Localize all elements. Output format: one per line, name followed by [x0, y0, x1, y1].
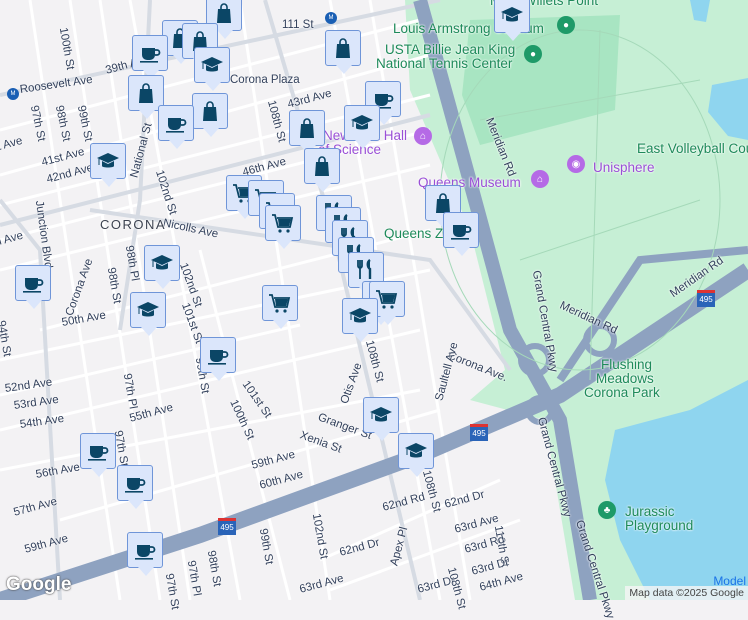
restaurant-icon: [357, 259, 372, 279]
coffee-icon: [140, 48, 161, 63]
attraction-poi-label[interactable]: Unisphere: [593, 161, 655, 175]
graduation-cap-icon: [97, 153, 119, 168]
graduation-cap-icon: [151, 255, 173, 270]
shopping-cart-icon: [272, 214, 294, 233]
subway-icon[interactable]: M: [325, 12, 337, 24]
shopping-cart-marker[interactable]: [265, 205, 301, 249]
coffee-marker[interactable]: [443, 212, 479, 256]
shopping-bag-icon: [315, 156, 329, 176]
graduation-cap-marker[interactable]: [342, 298, 378, 342]
camera-pin[interactable]: ◉: [567, 155, 585, 173]
shopping-cart-icon: [269, 294, 291, 313]
graduation-cap-icon: [349, 308, 371, 323]
coffee-marker[interactable]: [15, 265, 51, 309]
graduation-cap-marker[interactable]: [363, 397, 399, 441]
coffee-marker[interactable]: [117, 465, 153, 509]
graduation-cap-marker[interactable]: [144, 245, 180, 289]
graduation-cap-marker[interactable]: [194, 47, 230, 91]
graduation-cap-marker[interactable]: [130, 292, 166, 336]
shopping-bag-icon: [336, 38, 350, 58]
graduation-cap-icon: [405, 443, 427, 458]
coffee-icon: [208, 350, 229, 365]
coffee-marker[interactable]: [200, 337, 236, 381]
shopping-bag-marker[interactable]: [304, 148, 340, 192]
coffee-icon: [451, 225, 472, 240]
highway-shield-495: 495: [697, 290, 715, 307]
coffee-icon: [135, 545, 156, 560]
graduation-cap-marker[interactable]: [494, 0, 530, 41]
highway-shield-495: 495: [470, 424, 488, 441]
park-poi-label[interactable]: Flushing: [601, 358, 652, 372]
street-label: 111 St: [282, 19, 314, 31]
coffee-icon: [23, 278, 44, 293]
graduation-cap-icon: [501, 7, 523, 22]
park-poi-label[interactable]: Corona Park: [584, 386, 660, 400]
shopping-bag-icon: [300, 118, 314, 138]
shopping-cart-marker[interactable]: [262, 285, 298, 329]
map-attribution[interactable]: Map data ©2025 Google: [625, 586, 748, 600]
park-poi-label[interactable]: National Tennis Center: [376, 57, 512, 71]
coffee-icon: [88, 446, 109, 461]
coffee-icon: [125, 478, 146, 493]
coffee-icon: [166, 118, 187, 133]
park-poi-label[interactable]: Playground: [625, 519, 693, 533]
shopping-bag-marker[interactable]: [325, 30, 361, 74]
graduation-cap-marker[interactable]: [398, 433, 434, 477]
shopping-bag-marker[interactable]: [192, 93, 228, 137]
museum-pin[interactable]: ⌂: [414, 127, 432, 145]
coffee-marker[interactable]: [158, 105, 194, 149]
graduation-cap-icon: [351, 115, 373, 130]
coffee-marker[interactable]: [132, 35, 168, 79]
subway-icon[interactable]: M: [7, 88, 19, 100]
park-poi-label[interactable]: Meadows: [596, 372, 654, 386]
graduation-cap-icon: [201, 57, 223, 72]
shopping-bag-marker[interactable]: [289, 110, 325, 154]
graduation-cap-icon: [370, 407, 392, 422]
street-label: Corona Plaza: [230, 74, 300, 86]
coffee-marker[interactable]: [80, 433, 116, 477]
stadium-pin[interactable]: ●: [557, 16, 575, 34]
shopping-bag-icon: [139, 83, 153, 103]
highway-shield-495: 495: [218, 518, 236, 535]
park-poi-label[interactable]: Jurassic: [625, 505, 675, 519]
shopping-bag-icon: [203, 101, 217, 121]
google-logo: Google: [6, 574, 72, 595]
tree-pin[interactable]: ♣: [598, 501, 616, 519]
graduation-cap-marker[interactable]: [344, 105, 380, 149]
park-poi-label[interactable]: East Volleyball Court: [637, 142, 748, 156]
park-poi-label[interactable]: USTA Billie Jean King: [385, 43, 515, 57]
museum-pin[interactable]: ⌂: [531, 170, 549, 188]
coffee-marker[interactable]: [127, 532, 163, 576]
place-pin[interactable]: ●: [524, 45, 542, 63]
graduation-cap-marker[interactable]: [90, 143, 126, 187]
neighborhood-label: CORONA: [100, 217, 167, 232]
graduation-cap-icon: [137, 302, 159, 317]
